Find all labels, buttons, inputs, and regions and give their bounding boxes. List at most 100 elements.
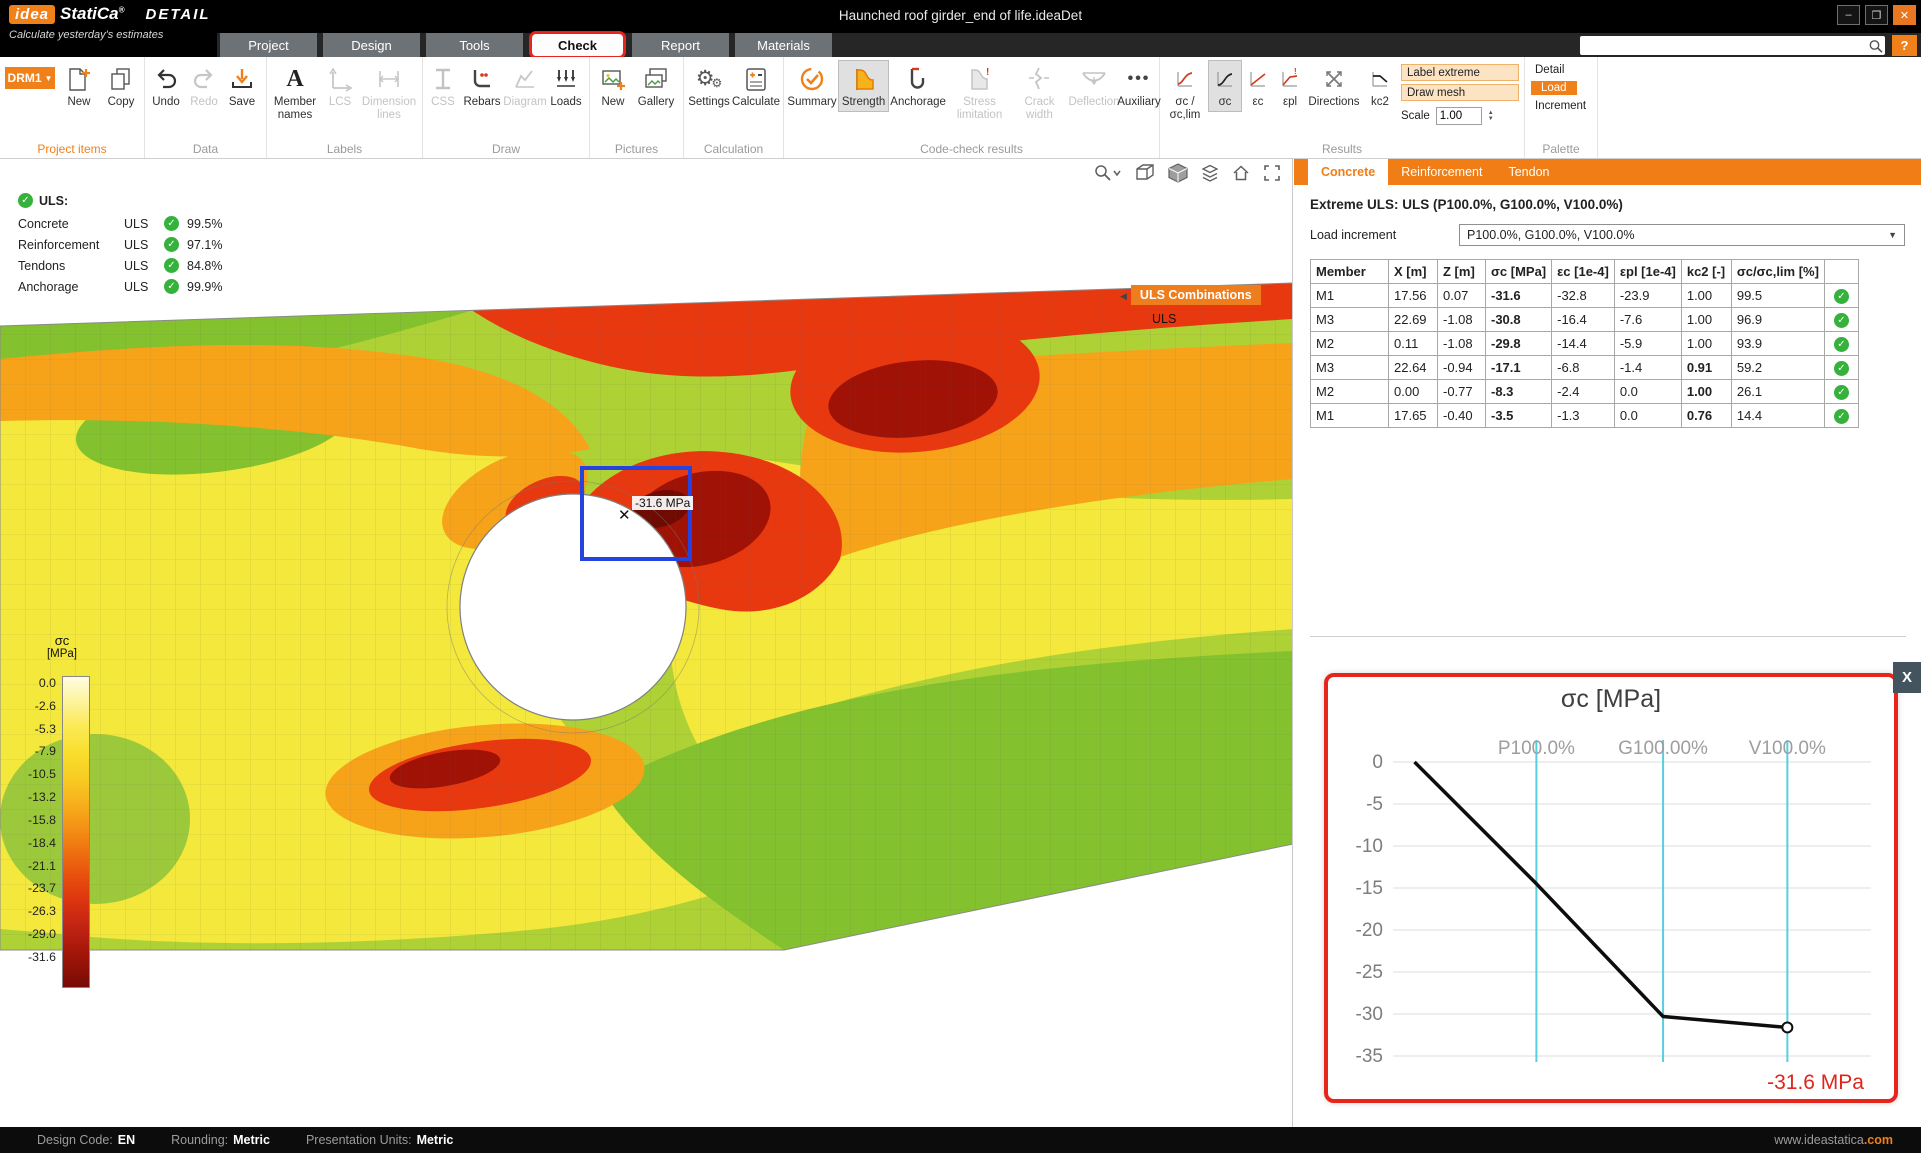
gallery-button[interactable]: Gallery bbox=[634, 60, 678, 112]
table-row[interactable]: M117.560.07-31.6-32.8-23.91.0099.5✓ bbox=[1311, 284, 1859, 308]
palette-detail-button[interactable]: Detail bbox=[1531, 63, 1568, 77]
draw-mesh-toggle[interactable]: Draw mesh bbox=[1401, 84, 1519, 101]
model-viewport[interactable]: ✓ ULS: ConcreteULS✓99.5%ReinforcementULS… bbox=[0, 159, 1293, 1127]
ribbon-tab-tools[interactable]: Tools bbox=[426, 33, 523, 57]
group-label-draw: Draw bbox=[423, 142, 589, 156]
diagram-button[interactable]: Diagram bbox=[503, 60, 547, 112]
save-button[interactable]: Save bbox=[223, 60, 261, 112]
legend-tick: -29.0 bbox=[14, 927, 56, 941]
sc-button[interactable]: σc bbox=[1208, 60, 1242, 112]
anchorage-button[interactable]: Anchorage bbox=[889, 60, 947, 112]
group-label-labels: Labels bbox=[267, 142, 422, 156]
uls-combinations-node[interactable]: ULS Combinations bbox=[1131, 285, 1261, 305]
stress-block-icon bbox=[850, 63, 878, 95]
spinner-arrows[interactable]: ▲▼ bbox=[1488, 110, 1494, 122]
settings-button[interactable]: ⚙⚙ Settings bbox=[686, 60, 732, 112]
ribbon-spacer bbox=[1598, 57, 1921, 158]
column-header: εpl [1e-4] bbox=[1614, 260, 1681, 284]
legend-tick: -15.8 bbox=[14, 813, 56, 827]
group-label-pictures: Pictures bbox=[590, 142, 683, 156]
deflection-button[interactable]: Deflection bbox=[1067, 60, 1121, 112]
drm-selector-button[interactable]: DRM1▼ bbox=[5, 67, 55, 89]
table-row[interactable]: M20.11-1.08-29.8-14.4-5.91.0093.9✓ bbox=[1311, 332, 1859, 356]
results-panel: ConcreteReinforcementTendon Extreme ULS:… bbox=[1294, 159, 1921, 1127]
search-input[interactable] bbox=[1586, 38, 1867, 53]
scale-input[interactable] bbox=[1436, 107, 1482, 125]
sigma-plot-icon bbox=[1214, 63, 1236, 95]
scale-label: Scale bbox=[1401, 110, 1430, 122]
ec-button[interactable]: εc bbox=[1242, 60, 1274, 112]
table-row[interactable]: M322.69-1.08-30.8-16.4-7.61.0096.9✓ bbox=[1311, 308, 1859, 332]
help-button[interactable]: ? bbox=[1892, 35, 1917, 56]
idea-logo: idea bbox=[9, 5, 55, 24]
crack-width-button[interactable]: Crack width bbox=[1012, 60, 1067, 125]
table-row[interactable]: M20.00-0.77-8.3-2.40.01.0026.1✓ bbox=[1311, 380, 1859, 404]
summary-button[interactable]: Summary bbox=[786, 60, 838, 112]
layers-icon[interactable] bbox=[1200, 163, 1220, 183]
legend-unit: [MPa] bbox=[14, 648, 110, 660]
maximize-button[interactable]: ❐ bbox=[1865, 5, 1888, 25]
epl-button[interactable]: ! εpl bbox=[1274, 60, 1306, 112]
anchorage-icon bbox=[904, 63, 932, 95]
svg-text:-30: -30 bbox=[1356, 1004, 1383, 1025]
new-project-item-button[interactable]: New bbox=[58, 60, 100, 112]
calculate-button[interactable]: Calculate bbox=[732, 60, 780, 112]
undo-button[interactable]: Undo bbox=[147, 60, 185, 112]
minimize-button[interactable]: – bbox=[1837, 5, 1860, 25]
axonometry-icon[interactable] bbox=[1134, 162, 1156, 184]
chart-close-button[interactable]: X bbox=[1893, 662, 1921, 693]
rebars-button[interactable]: Rebars bbox=[461, 60, 503, 112]
legend-color-bar bbox=[62, 676, 90, 988]
ribbon-tab-check[interactable]: Check bbox=[529, 31, 626, 59]
extreme-selection-rectangle[interactable]: ✕ -31.6 MPa bbox=[580, 466, 692, 561]
label-extreme-toggle[interactable]: Label extreme bbox=[1401, 64, 1519, 81]
kc2-button[interactable]: kc2 bbox=[1362, 60, 1398, 112]
lcs-button[interactable]: LCS bbox=[321, 60, 359, 112]
copy-button[interactable]: Copy bbox=[100, 60, 142, 112]
ribbon-tab-report[interactable]: Report bbox=[632, 33, 729, 57]
strength-button[interactable]: Strength bbox=[838, 60, 889, 112]
palette-increment-button[interactable]: Increment bbox=[1531, 99, 1590, 113]
home-view-icon[interactable] bbox=[1231, 163, 1251, 183]
new-picture-button[interactable]: New bbox=[592, 60, 634, 112]
solid-view-icon[interactable] bbox=[1167, 162, 1189, 184]
ribbon-tab-project[interactable]: Project bbox=[220, 33, 317, 57]
ribbon-tab-materials[interactable]: Materials bbox=[735, 33, 832, 57]
ribbon-group-labels: A Member names LCS Dimension lines Label… bbox=[267, 57, 423, 158]
css-button[interactable]: CSS bbox=[425, 60, 461, 112]
chevron-down-icon: ▼ bbox=[1888, 230, 1897, 240]
close-button[interactable]: ✕ bbox=[1893, 5, 1916, 25]
directions-button[interactable]: Directions bbox=[1306, 60, 1362, 112]
ribbon-tab-design[interactable]: Design bbox=[323, 33, 420, 57]
fit-view-icon[interactable] bbox=[1262, 163, 1282, 183]
panel-tab-concrete[interactable]: Concrete bbox=[1308, 159, 1388, 185]
chevron-down-icon: ▼ bbox=[45, 74, 53, 83]
undo-icon bbox=[153, 63, 179, 95]
redo-button[interactable]: Redo bbox=[185, 60, 223, 112]
sc-sclim-button[interactable]: σc /σc,lim bbox=[1162, 60, 1208, 125]
zoom-menu-button[interactable] bbox=[1093, 163, 1123, 183]
stress-limitation-button[interactable]: ! Stress limitation bbox=[947, 60, 1012, 125]
member-names-button[interactable]: A Member names bbox=[269, 60, 321, 125]
dimension-lines-button[interactable]: Dimension lines bbox=[359, 60, 419, 125]
search-icon bbox=[1867, 38, 1885, 54]
ribbon-tab-strip: ProjectDesignToolsCheckReportMaterials ? bbox=[0, 33, 1921, 57]
collapse-arrow-icon[interactable]: ◀ bbox=[1120, 291, 1127, 302]
panel-tab-tendon[interactable]: Tendon bbox=[1495, 159, 1562, 185]
panel-tab-reinforcement[interactable]: Reinforcement bbox=[1388, 159, 1495, 185]
table-row[interactable]: M322.64-0.94-17.1-6.8-1.40.9159.2✓ bbox=[1311, 356, 1859, 380]
svg-text:-15: -15 bbox=[1356, 878, 1383, 899]
auxiliary-button[interactable]: ••• Auxiliary bbox=[1121, 60, 1157, 112]
website-link[interactable]: www.ideastatica.com bbox=[1774, 1133, 1893, 1147]
search-box[interactable] bbox=[1580, 36, 1885, 55]
uls-summary: ✓ ULS: ConcreteULS✓99.5%ReinforcementULS… bbox=[18, 193, 222, 297]
ribbon-group-code-check: Summary Strength Anchorage ! bbox=[784, 57, 1160, 158]
fem-contour-plot[interactable] bbox=[0, 159, 1293, 1127]
uls-combination-item[interactable]: ULS bbox=[1152, 312, 1176, 326]
palette-load-button[interactable]: Load bbox=[1531, 81, 1577, 95]
letter-a-icon: A bbox=[286, 63, 303, 95]
loads-button[interactable]: Loads bbox=[547, 60, 585, 112]
table-row[interactable]: M117.65-0.40-3.5-1.30.00.7614.4✓ bbox=[1311, 404, 1859, 428]
ribbon-group-pictures: New Gallery Pictures bbox=[590, 57, 684, 158]
load-increment-dropdown[interactable]: P100.0%, G100.0%, V100.0% ▼ bbox=[1459, 224, 1905, 246]
